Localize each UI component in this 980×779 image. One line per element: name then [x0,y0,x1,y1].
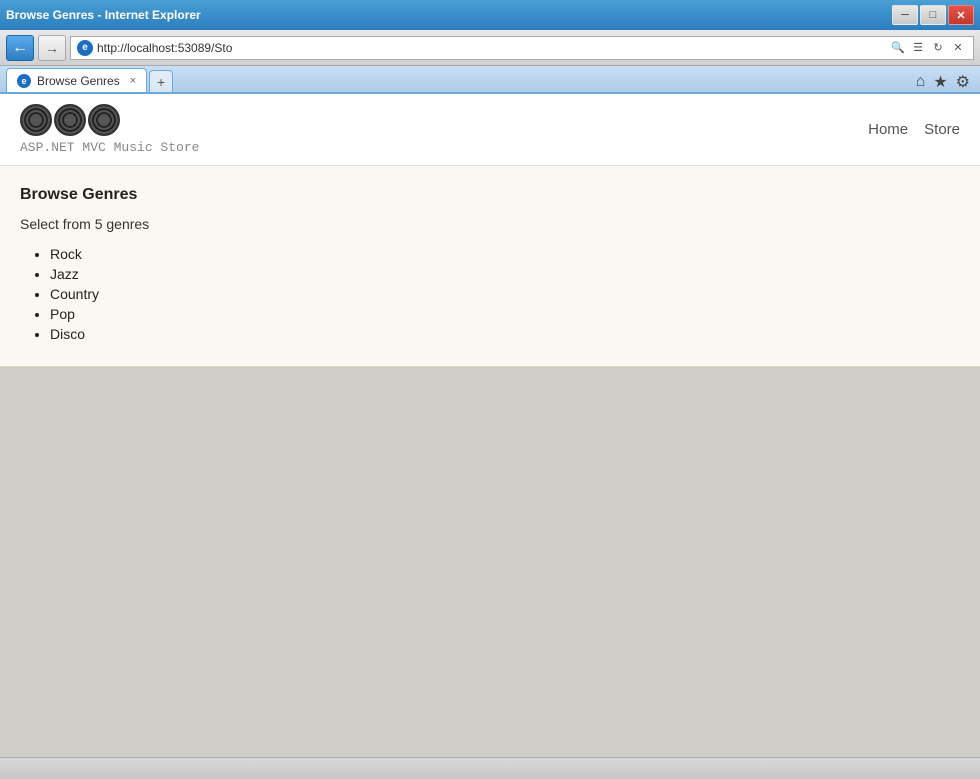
browser-content: ASP.NET MVC Music Store Home Store Brows… [0,94,980,757]
home-nav-link[interactable]: Home [868,121,908,138]
stop-button[interactable]: ✕ [949,39,967,57]
genre-list: Rock Jazz Country Pop Disco [20,246,960,342]
ie-favicon-icon: e [77,40,93,56]
site-footer [0,367,980,757]
tab-close-button[interactable]: × [130,75,136,87]
genre-subtitle: Select from 5 genres [20,216,960,232]
vinyl-record-2 [54,104,86,136]
favorites-icon[interactable]: ★ [933,72,947,92]
window-title: Browse Genres - Internet Explorer [6,8,201,22]
tab-label: Browse Genres [37,74,120,88]
logo-area: ASP.NET MVC Music Store [20,104,199,155]
close-button[interactable]: ✕ [948,5,974,25]
vinyl-record-1 [20,104,52,136]
restore-button[interactable]: □ [920,5,946,25]
site-logo [20,104,199,136]
forward-button[interactable]: → [38,35,66,61]
back-button[interactable]: ← [6,35,34,61]
site-header: ASP.NET MVC Music Store Home Store [0,94,980,166]
active-tab[interactable]: e Browse Genres × [6,68,147,92]
site-navigation: Home Store [868,121,960,138]
home-icon[interactable]: ⌂ [916,73,926,91]
status-bar [0,757,980,779]
settings-icon[interactable]: ⚙ [956,72,970,92]
title-bar: Browse Genres - Internet Explorer ─ □ ✕ [0,0,980,30]
browser-window: Browse Genres - Internet Explorer ─ □ ✕ … [0,0,980,779]
address-actions: 🔍 ☰ ↻ ✕ [889,39,967,57]
list-item[interactable]: Rock [50,246,960,262]
vinyl-record-3 [88,104,120,136]
window-controls: ─ □ ✕ [892,5,974,25]
minimize-button[interactable]: ─ [892,5,918,25]
new-tab-button[interactable]: + [149,70,173,92]
address-bar[interactable]: e http://localhost:53089/Sto 🔍 ☰ ↻ ✕ [70,36,974,60]
list-item[interactable]: Pop [50,306,960,322]
list-item[interactable]: Country [50,286,960,302]
title-bar-left: Browse Genres - Internet Explorer [6,8,201,22]
list-item[interactable]: Disco [50,326,960,342]
page-title: Browse Genres [20,186,960,204]
url-text: http://localhost:53089/Sto [97,41,885,55]
navigation-toolbar: ← → e http://localhost:53089/Sto 🔍 ☰ ↻ ✕ [0,30,980,66]
tab-bar: e Browse Genres × + ⌂ ★ ⚙ [0,66,980,94]
store-nav-link[interactable]: Store [924,121,960,138]
compat-button[interactable]: ☰ [909,39,927,57]
site-name: ASP.NET MVC Music Store [20,140,199,155]
list-item[interactable]: Jazz [50,266,960,282]
main-content: Browse Genres Select from 5 genres Rock J… [0,166,980,367]
search-button[interactable]: 🔍 [889,39,907,57]
tab-favicon-icon: e [17,74,31,88]
refresh-button[interactable]: ↻ [929,39,947,57]
